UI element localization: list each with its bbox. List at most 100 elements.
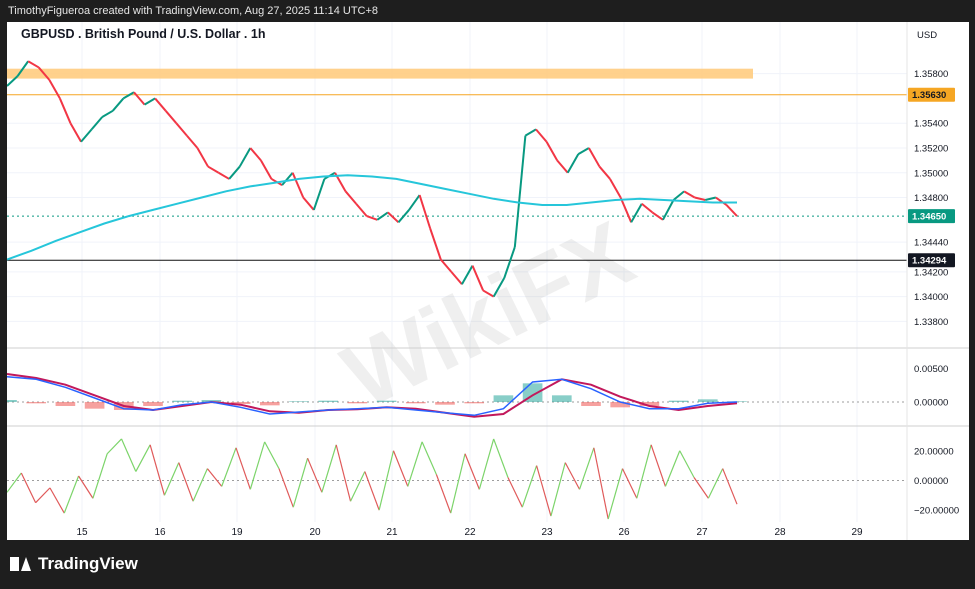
macd-histogram-bar xyxy=(55,402,76,406)
x-tick-label: 23 xyxy=(541,527,553,538)
price-candle xyxy=(588,147,601,168)
osc-segment xyxy=(35,487,51,504)
price-candle xyxy=(609,178,622,199)
macd-histogram-bar xyxy=(464,402,485,404)
osc-segment xyxy=(722,468,738,505)
macd-histogram-bar xyxy=(259,402,280,406)
osc-segment xyxy=(478,438,495,490)
osc-segment xyxy=(235,447,251,490)
tradingview-logo[interactable]: TradingView xyxy=(10,554,138,574)
price-candle xyxy=(281,172,294,186)
price-candle xyxy=(641,202,653,214)
osc-segment xyxy=(278,468,294,508)
wikifx-watermark: WikiFX xyxy=(328,203,648,429)
currency-label: USD xyxy=(917,30,937,41)
osc-segment xyxy=(536,465,552,517)
macd-histogram-bar xyxy=(551,395,572,402)
price-candle xyxy=(545,141,559,161)
x-tick-label: 20 xyxy=(309,527,321,538)
price-candle xyxy=(725,204,738,217)
macd-histogram-bar xyxy=(405,402,426,404)
osc-segment xyxy=(664,450,681,487)
y-tick-label: 1.33800 xyxy=(914,317,948,328)
price-candle xyxy=(27,60,40,69)
macd-histogram-bar xyxy=(84,402,105,409)
macd-histogram-bar xyxy=(376,400,397,402)
osc-segment xyxy=(421,441,437,475)
price-candle xyxy=(175,122,188,137)
price-candle xyxy=(387,211,400,224)
price-candle xyxy=(630,203,643,223)
price-candle xyxy=(101,109,114,118)
osc-segment xyxy=(450,453,466,514)
price-candle xyxy=(535,128,548,143)
price-candle xyxy=(260,159,273,180)
macd-histogram-bar xyxy=(172,400,193,402)
y-tick-label: 1.34440 xyxy=(914,238,948,249)
price-candle xyxy=(366,215,378,221)
price-candle xyxy=(302,196,315,211)
price-axis[interactable]: 1.35800 1.35400 1.35200 1.35000 1.34800 1.344… xyxy=(908,69,959,517)
grid-lines xyxy=(7,22,907,522)
price-candle xyxy=(715,196,727,206)
osc-y-tick: 0.00000 xyxy=(914,476,948,487)
macd-y-tick: 0.00500 xyxy=(914,364,948,375)
osc-segment xyxy=(578,447,595,490)
price-candle xyxy=(69,122,82,143)
price-candle xyxy=(186,134,199,149)
osc-segment xyxy=(292,458,309,508)
price-candle xyxy=(556,159,569,174)
x-tick-label: 28 xyxy=(774,527,786,538)
osc-segment xyxy=(192,468,208,502)
price-candle xyxy=(672,190,685,201)
price-candle xyxy=(122,91,135,100)
time-axis[interactable]: 15 16 19 20 21 22 23 26 27 28 29 xyxy=(76,527,863,538)
x-tick-label: 21 xyxy=(386,527,398,538)
osc-segment xyxy=(135,444,151,472)
macd-histogram-bar xyxy=(318,400,339,402)
chart-credit-text: TimothyFigueroa created with TradingView… xyxy=(8,5,379,17)
price-candle xyxy=(144,97,156,106)
x-tick-label: 29 xyxy=(851,527,863,538)
macd-histogram-bar xyxy=(493,395,514,402)
osc-segment xyxy=(364,471,380,511)
price-candle xyxy=(619,197,633,223)
osc-segment xyxy=(392,450,409,487)
chart-frame[interactable]: WikiFX 1.35800 1.35400 1.35200 1.35000 1.348… xyxy=(0,22,969,540)
osc-segment xyxy=(550,462,566,517)
osc-segment xyxy=(407,441,423,487)
macd-histogram-bar xyxy=(581,402,601,406)
oscillator-panel[interactable] xyxy=(6,438,907,520)
osc-segment xyxy=(335,444,352,502)
osc-segment xyxy=(321,444,337,493)
osc-segment xyxy=(92,453,108,499)
price-candle xyxy=(58,98,72,124)
osc-segment xyxy=(636,444,652,499)
osc-segment xyxy=(249,441,266,490)
x-tick-label: 19 xyxy=(231,527,243,538)
osc-segment xyxy=(6,472,22,493)
y-tick-label: 1.35000 xyxy=(914,168,948,179)
osc-segment xyxy=(679,450,695,478)
osc-segment xyxy=(349,471,366,502)
price-candle xyxy=(48,79,61,99)
osc-segment xyxy=(178,462,194,502)
price-candle xyxy=(524,128,537,137)
last-price-label: 1.34650 xyxy=(912,212,946,223)
tradingview-brand-text: TradingView xyxy=(38,554,138,573)
osc-y-tick: 20.00000 xyxy=(914,446,954,457)
price-candle xyxy=(291,172,305,198)
macd-histogram-bar xyxy=(0,400,17,402)
osc-segment xyxy=(378,450,395,511)
macd-histogram-bar xyxy=(668,400,689,402)
chart-svg[interactable]: WikiFX 1.35800 1.35400 1.35200 1.35000 1.348… xyxy=(0,22,969,540)
osc-segment xyxy=(621,468,638,499)
osc-segment xyxy=(507,477,523,508)
resistance-zone[interactable] xyxy=(7,68,753,79)
osc-segment xyxy=(521,465,538,508)
price-candle xyxy=(238,147,252,168)
price-candle xyxy=(207,165,220,174)
osc-segment xyxy=(464,453,480,490)
osc-segment xyxy=(493,438,509,478)
osc-segment xyxy=(607,468,624,520)
